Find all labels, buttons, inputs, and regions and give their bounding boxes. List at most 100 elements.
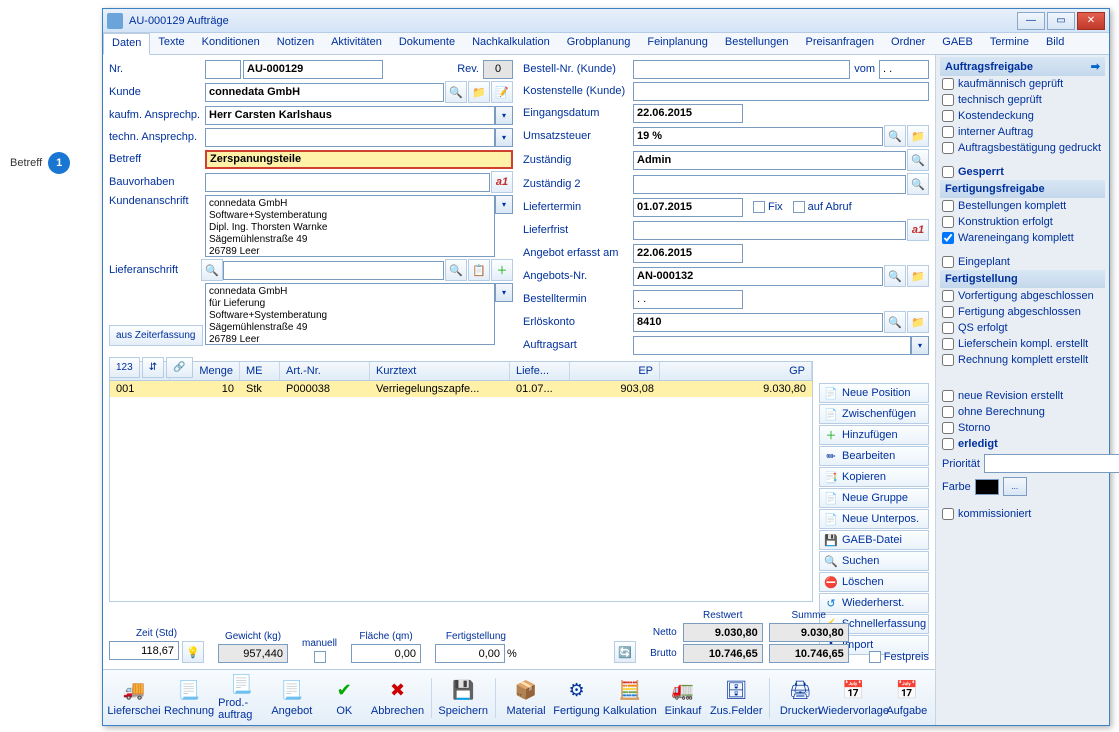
qs-erfolgt-checkbox[interactable] — [942, 322, 954, 334]
maximize-button[interactable]: ▭ — [1047, 12, 1075, 30]
kommissioniert-checkbox[interactable] — [942, 508, 954, 520]
zustaendig-input[interactable] — [633, 151, 906, 170]
neue-unterpos-button[interactable]: 📄Neue Unterpos. — [819, 509, 929, 529]
kostenstelle-input[interactable] — [633, 82, 929, 101]
kalkulation-button[interactable]: 🧮Kalkulation — [603, 674, 657, 722]
bestelltermin-input[interactable] — [633, 290, 743, 309]
loeschen-button[interactable]: ⛔Löschen — [819, 572, 929, 592]
angebotsnr-folder-icon[interactable]: 📁 — [907, 265, 929, 287]
col-me[interactable]: ME — [240, 362, 280, 380]
auftragsart-dropdown-icon[interactable]: ▾ — [911, 336, 929, 355]
angebotsnr-search-icon[interactable]: 🔍 — [884, 265, 906, 287]
hinzufuegen-button[interactable]: ＋Hinzufügen — [819, 425, 929, 445]
aufgabe-button[interactable]: 📅Aufgabe — [883, 674, 931, 722]
lieferanschrift-copy-icon[interactable]: 📋 — [468, 259, 490, 281]
umsatzsteuer-folder-icon[interactable]: 📁 — [907, 125, 929, 147]
refresh-icon[interactable]: 🔄 — [614, 641, 636, 663]
vorfertigung-checkbox[interactable] — [942, 290, 954, 302]
festpreis-checkbox[interactable] — [869, 651, 881, 663]
kaufm-dropdown-icon[interactable]: ▾ — [495, 106, 513, 125]
umsatzsteuer-search-icon[interactable]: 🔍 — [884, 125, 906, 147]
erloeskonto-input[interactable] — [633, 313, 883, 332]
angebot-erfasst-input[interactable] — [633, 244, 743, 263]
lieferanschrift-text[interactable]: connedata GmbH für Lieferung Software+Sy… — [205, 283, 495, 345]
tab-termine[interactable]: Termine — [982, 33, 1038, 54]
aus-zeiterfassung-button[interactable]: aus Zeiterfassung — [109, 325, 203, 346]
abruf-checkbox[interactable] — [793, 201, 805, 213]
link-icon-button[interactable]: 🔗 — [166, 357, 192, 378]
eingeplant-checkbox[interactable] — [942, 256, 954, 268]
tab-daten[interactable]: Daten — [103, 33, 150, 55]
eingangsdatum-input[interactable] — [633, 104, 743, 123]
nr-prefix-input[interactable] — [205, 60, 241, 79]
col-artnr[interactable]: Art.-Nr. — [280, 362, 370, 380]
kundenanschrift-dropdown-icon[interactable]: ▾ — [495, 195, 513, 214]
zusfelder-button[interactable]: 🗄Zus.Felder — [709, 674, 763, 722]
bestellungen-komplett-checkbox[interactable] — [942, 200, 954, 212]
lieferfrist-input[interactable] — [633, 221, 906, 240]
lieferschein-button[interactable]: 🚚Lieferschei — [107, 674, 161, 722]
tab-feinplanung[interactable]: Feinplanung — [639, 33, 717, 54]
fertigung-abg-checkbox[interactable] — [942, 306, 954, 318]
techn-dropdown-icon[interactable]: ▾ — [495, 128, 513, 147]
lieferanschrift-search2-icon[interactable]: 🔍 — [445, 259, 467, 281]
tab-notizen[interactable]: Notizen — [269, 33, 323, 54]
lieferschein-kompl-checkbox[interactable] — [942, 338, 954, 350]
ohne-berechnung-checkbox[interactable] — [942, 406, 954, 418]
zeit-bulb-icon[interactable]: 💡 — [182, 641, 204, 663]
lieferanschrift-add-icon[interactable]: ＋ — [491, 259, 513, 281]
interner-auftrag-checkbox[interactable] — [942, 126, 954, 138]
flaeche-input[interactable] — [351, 644, 421, 663]
zeit-input[interactable] — [109, 641, 179, 660]
storno-checkbox[interactable] — [942, 422, 954, 434]
techn-input[interactable] — [205, 128, 495, 147]
erloeskonto-search-icon[interactable]: 🔍 — [884, 311, 906, 333]
auftragsart-input[interactable] — [633, 336, 911, 355]
zustaendig2-input[interactable] — [633, 175, 906, 194]
prodauftrag-button[interactable]: 📃Prod.-auftrag — [217, 674, 265, 722]
col-gp[interactable]: GP — [660, 362, 812, 380]
fertigung-button[interactable]: ⚙Fertigung — [552, 674, 600, 722]
vom-input[interactable] — [879, 60, 929, 79]
wiedervorlage-button[interactable]: 📅Wiedervorlage — [827, 674, 881, 722]
grid-row[interactable]: 001 10 Stk P000038 Verriegelungszapfe...… — [110, 381, 812, 397]
auftragsbest-checkbox[interactable] — [942, 142, 954, 154]
kunde-search-icon[interactable]: 🔍 — [445, 81, 467, 103]
kaufm-input[interactable] — [205, 106, 495, 125]
close-button[interactable]: ✕ — [1077, 12, 1105, 30]
neue-revision-checkbox[interactable] — [942, 390, 954, 402]
tab-grobplanung[interactable]: Grobplanung — [559, 33, 640, 54]
erloeskonto-folder-icon[interactable]: 📁 — [907, 311, 929, 333]
farbe-swatch[interactable] — [975, 479, 999, 495]
lieferfrist-a1-icon[interactable]: a1 — [907, 219, 929, 241]
zustaendig-search-icon[interactable]: 🔍 — [907, 149, 929, 171]
lieferanschrift-search-icon[interactable]: 🔍 — [201, 259, 223, 281]
suchen-button[interactable]: 🔍Suchen — [819, 551, 929, 571]
fertigstellung-input[interactable] — [435, 644, 505, 663]
prioritaet-input[interactable] — [984, 454, 1119, 473]
tree-icon-button[interactable]: ⇵ — [142, 357, 164, 378]
kopieren-button[interactable]: 📑Kopieren — [819, 467, 929, 487]
minimize-button[interactable]: — — [1017, 12, 1045, 30]
kunde-input[interactable] — [205, 83, 444, 102]
farbe-picker-button[interactable]: ... — [1003, 477, 1027, 496]
bestellnr-input[interactable] — [633, 60, 850, 79]
col-liefe[interactable]: Liefe... — [510, 362, 570, 380]
tab-dokumente[interactable]: Dokumente — [391, 33, 464, 54]
arrow-right-icon[interactable]: ➡ — [1091, 60, 1100, 73]
tab-texte[interactable]: Texte — [150, 33, 193, 54]
liefertermin-input[interactable] — [633, 198, 743, 217]
fix-checkbox[interactable] — [753, 201, 765, 213]
tab-gaeb[interactable]: GAEB — [934, 33, 982, 54]
kunde-note-icon[interactable]: 📝 — [491, 81, 513, 103]
grid-body[interactable]: 001 10 Stk P000038 Verriegelungszapfe...… — [110, 381, 812, 601]
rechnung-button[interactable]: 📃Rechnung — [163, 674, 215, 722]
gesperrt-checkbox[interactable] — [942, 166, 954, 178]
rechnung-kompl-checkbox[interactable] — [942, 354, 954, 366]
neue-position-button[interactable]: 📄Neue Position — [819, 383, 929, 403]
kaufm-geprueft-checkbox[interactable] — [942, 78, 954, 90]
betreff-input[interactable] — [205, 150, 513, 169]
zustaendig2-search-icon[interactable]: 🔍 — [907, 173, 929, 195]
einkauf-button[interactable]: 🚛Einkauf — [659, 674, 707, 722]
lieferanschrift-dropdown-icon[interactable]: ▾ — [495, 283, 513, 302]
